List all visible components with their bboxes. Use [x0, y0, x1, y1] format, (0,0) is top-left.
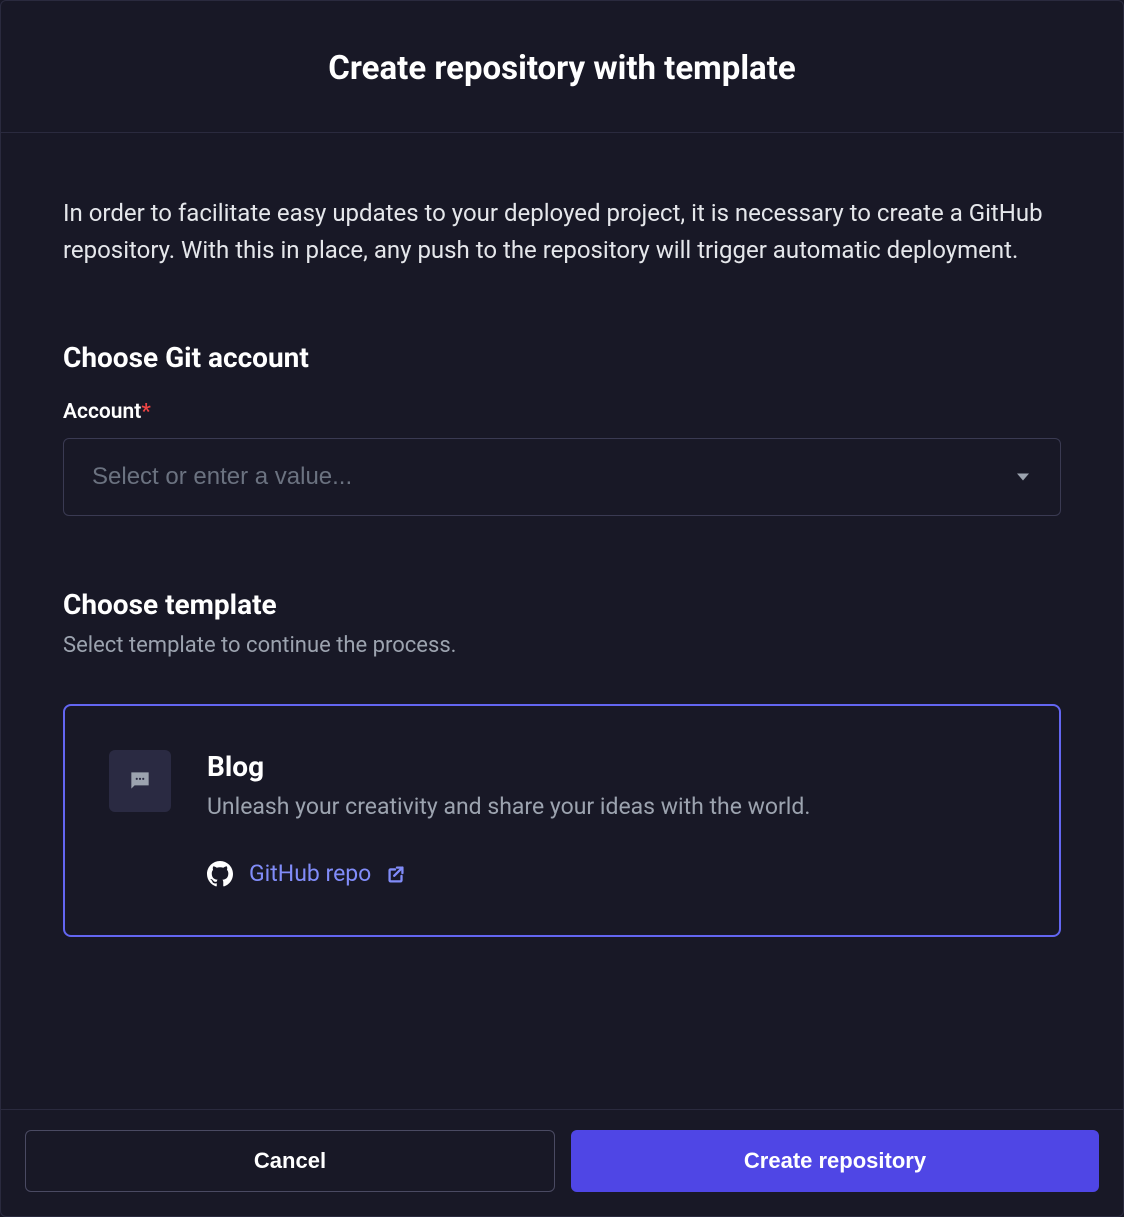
- template-title: Blog: [207, 750, 1015, 783]
- template-content: Blog Unleash your creativity and share y…: [207, 750, 1015, 891]
- create-repo-modal: Create repository with template In order…: [0, 0, 1124, 1217]
- account-label-text: Account: [63, 400, 141, 424]
- account-label: Account*: [63, 400, 1061, 424]
- template-icon-box: [109, 750, 171, 812]
- github-link-content: GitHub repo: [249, 860, 407, 887]
- account-select-wrapper: [63, 438, 1061, 516]
- modal-title: Create repository with template: [21, 49, 1103, 88]
- modal-header: Create repository with template: [1, 1, 1123, 133]
- template-description: Unleash your creativity and share your i…: [207, 793, 1015, 820]
- chat-icon: [127, 768, 153, 794]
- modal-footer: Cancel Create repository: [1, 1109, 1123, 1216]
- intro-text: In order to facilitate easy updates to y…: [63, 195, 1061, 269]
- modal-body: In order to facilitate easy updates to y…: [1, 133, 1123, 1109]
- required-mark: *: [141, 400, 150, 424]
- github-icon: [207, 861, 233, 887]
- cancel-button[interactable]: Cancel: [25, 1130, 555, 1192]
- github-link-text: GitHub repo: [249, 860, 371, 887]
- template-heading: Choose template: [63, 588, 1061, 621]
- external-link-icon: [385, 863, 407, 885]
- account-select[interactable]: [63, 438, 1061, 516]
- github-repo-link[interactable]: GitHub repo: [207, 860, 407, 887]
- template-subtext: Select template to continue the process.: [63, 633, 1061, 658]
- git-account-heading: Choose Git account: [63, 341, 1061, 374]
- template-card-blog[interactable]: Blog Unleash your creativity and share y…: [63, 704, 1061, 937]
- create-repository-button[interactable]: Create repository: [571, 1130, 1099, 1192]
